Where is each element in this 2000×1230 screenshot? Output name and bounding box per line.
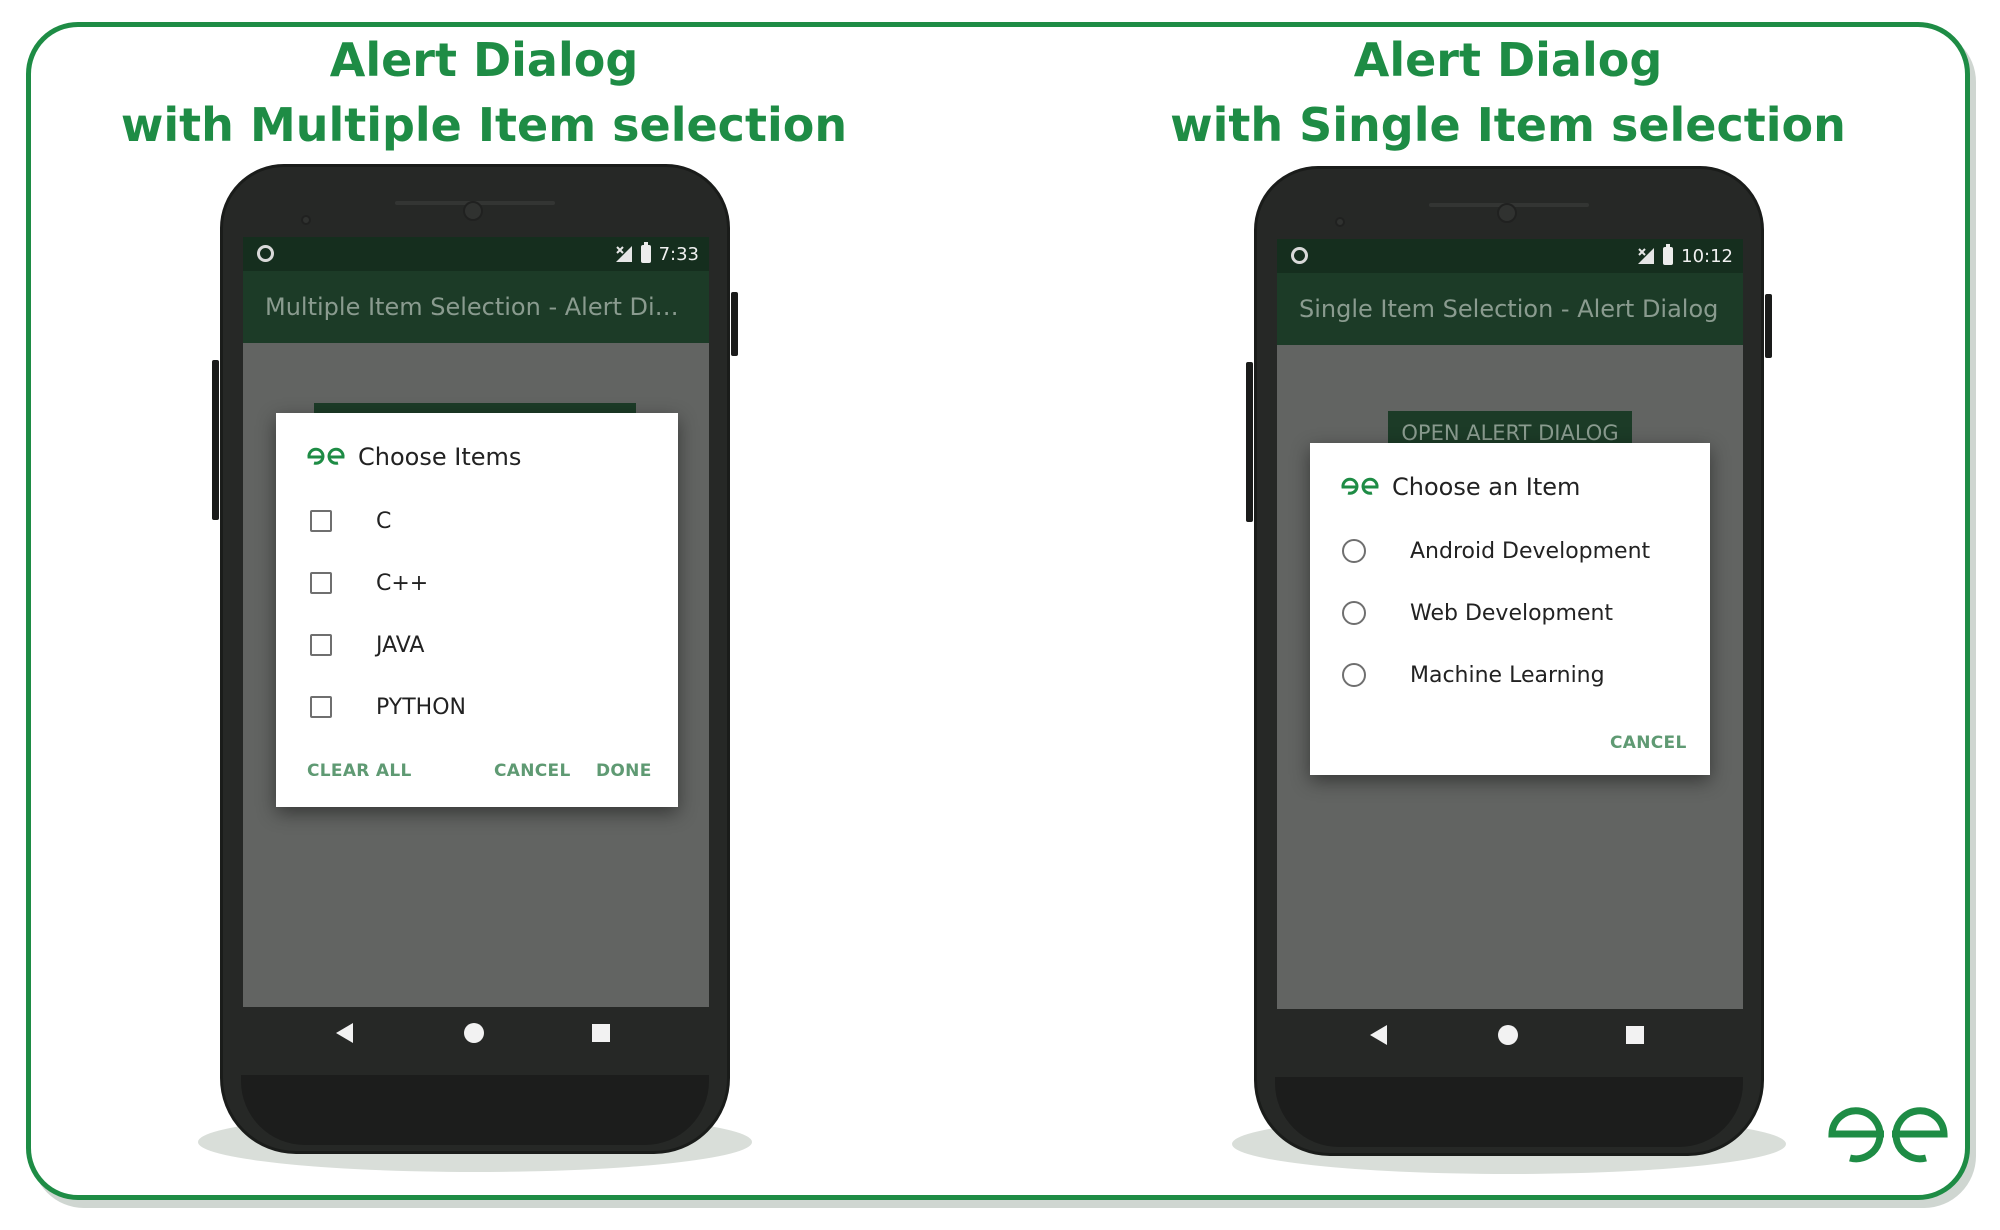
volume-button [1246,362,1253,522]
notification-dot-icon [257,245,274,262]
phone-rim [1275,1077,1743,1147]
radio-button[interactable] [1342,663,1366,687]
option-java[interactable]: JAVA [276,625,678,665]
right-screen: 10:12 Single Item Selection - Alert Dial… [1277,239,1743,1009]
dialog-title: Choose Items [306,443,521,471]
no-signal-icon [1637,247,1655,265]
option-android-development[interactable]: Android Development [1310,531,1710,571]
right-heading-line2: with Single Item selection [1170,98,1846,152]
recent-square-icon[interactable] [592,1024,610,1042]
radio-button[interactable] [1342,539,1366,563]
option-python[interactable]: PYTHON [276,687,678,727]
option-machine-learning[interactable]: Machine Learning [1310,655,1710,695]
option-label: Web Development [1410,600,1614,626]
status-bar: 7:33 [243,237,709,271]
app-bar-title: Multiple Item Selection - Alert Dial... [243,271,709,343]
gfg-logo-icon [1824,1096,1952,1172]
single-choice-dialog: Choose an Item Android Development Web D… [1310,443,1710,775]
left-phone: 7:33 Multiple Item Selection - Alert Dia… [198,164,752,1172]
power-button [731,292,738,356]
battery-icon [1663,244,1674,265]
checkbox[interactable] [310,572,332,594]
nav-bar [240,1004,706,1064]
home-circle-icon[interactable] [1498,1025,1518,1045]
radio-button[interactable] [1342,601,1366,625]
left-screen: 7:33 Multiple Item Selection - Alert Dia… [243,237,709,1007]
checkbox[interactable] [310,634,332,656]
right-phone: 10:12 Single Item Selection - Alert Dial… [1232,166,1786,1174]
clear-all-button[interactable]: CLEAR ALL [307,761,412,781]
option-label: C [376,508,392,534]
option-c[interactable]: C [276,501,678,541]
done-button[interactable]: DONE [596,761,652,781]
dialog-title-text: Choose an Item [1392,473,1581,501]
cancel-button[interactable]: CANCEL [494,761,571,781]
phone-rim [241,1075,709,1145]
recent-square-icon[interactable] [1626,1026,1644,1044]
camera-icon [1497,203,1517,223]
option-label: PYTHON [376,694,466,720]
checkbox[interactable] [310,510,332,532]
right-heading-line1: Alert Dialog [1353,33,1663,87]
status-bar: 10:12 [1277,239,1743,273]
multi-choice-dialog: Choose Items C C++ JAVA PYTHON CLEAR ALL… [276,413,678,807]
option-label: Android Development [1410,538,1651,564]
option-label: JAVA [376,632,425,658]
option-label: Machine Learning [1410,662,1605,688]
sensor-icon [1335,217,1345,227]
sensor-icon [301,215,311,225]
left-heading: Alert Dialog with Multiple Item selectio… [34,28,934,158]
home-circle-icon[interactable] [464,1023,484,1043]
status-icons: 7:33 [615,242,699,266]
status-time: 7:33 [658,243,699,265]
option-web-development[interactable]: Web Development [1310,593,1710,633]
notification-dot-icon [1291,247,1308,264]
status-icons: 10:12 [1637,244,1733,268]
option-cpp[interactable]: C++ [276,563,678,603]
battery-icon [640,242,651,263]
option-label: C++ [376,570,429,596]
dialog-title: Choose an Item [1340,473,1580,501]
nav-bar [1274,1006,1740,1066]
right-heading: Alert Dialog with Single Item selection [1058,28,1958,158]
volume-button [212,360,219,520]
dialog-title-text: Choose Items [358,443,522,471]
power-button [1765,294,1772,358]
checkbox[interactable] [310,696,332,718]
no-signal-icon [615,245,633,263]
back-triangle-icon[interactable] [336,1023,353,1043]
left-heading-line1: Alert Dialog [329,33,639,87]
cancel-button[interactable]: CANCEL [1610,733,1687,753]
back-triangle-icon[interactable] [1370,1025,1387,1045]
camera-icon [463,201,483,221]
gfg-logo-icon [306,447,346,467]
status-time: 10:12 [1681,245,1733,267]
app-bar-title: Single Item Selection - Alert Dialog [1277,273,1743,345]
left-heading-line2: with Multiple Item selection [120,98,848,152]
gfg-logo-icon [1340,477,1380,497]
